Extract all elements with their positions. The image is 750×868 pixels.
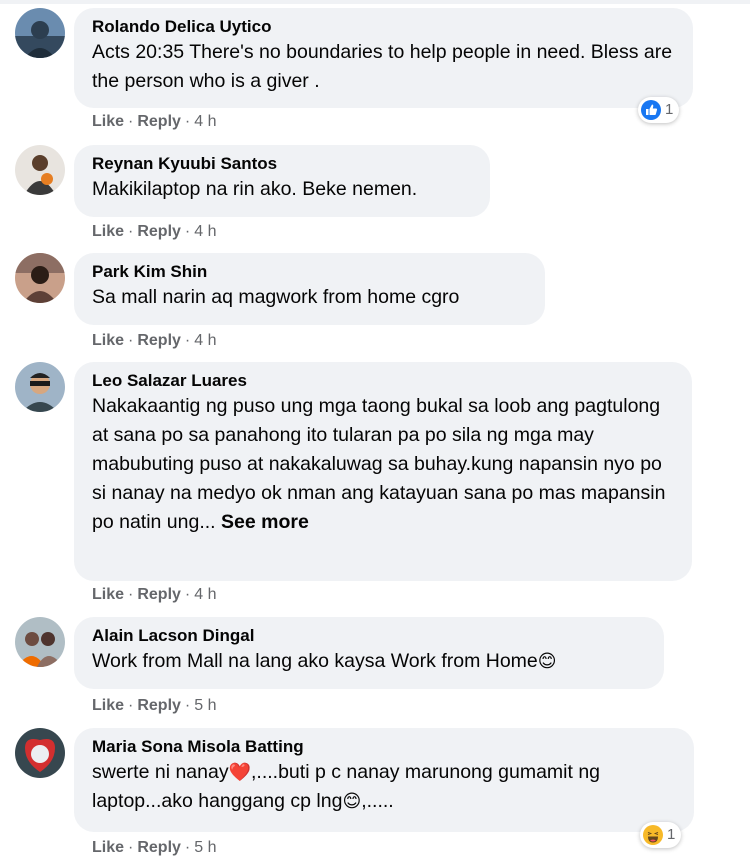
reply-button[interactable]: Reply <box>137 586 181 603</box>
reaction-badge[interactable]: 1 <box>640 822 682 848</box>
timestamp[interactable]: 4 h <box>194 223 216 240</box>
comment-bubble: Leo Salazar Luares Nakakaantig ng puso u… <box>74 362 692 581</box>
timestamp[interactable]: 4 h <box>194 332 216 349</box>
comment-bubble: Alain Lacson Dingal Work from Mall na la… <box>74 617 664 689</box>
comment-author[interactable]: Reynan Kyuubi Santos <box>92 153 472 175</box>
smiling-face-icon: 😊 <box>342 791 362 811</box>
comment-text: Work from Mall na lang ako kaysa Work fr… <box>92 650 557 672</box>
comment-bubble: Reynan Kyuubi Santos Makikilaptop na rin… <box>74 145 490 217</box>
reaction-badge[interactable]: 1 <box>638 97 680 123</box>
comment-5: Alain Lacson Dingal Work from Mall na la… <box>0 617 750 717</box>
comment-actions: Like · Reply · 4 h <box>92 223 217 240</box>
comment-author[interactable]: Alain Lacson Dingal <box>92 625 646 647</box>
comment-6: Maria Sona Misola Batting swerte ni nana… <box>0 728 750 863</box>
haha-icon <box>643 825 663 845</box>
top-divider <box>0 0 750 4</box>
comment-text: Acts 20:35 There's no boundaries to help… <box>92 41 673 92</box>
avatar[interactable] <box>15 145 65 195</box>
reply-button[interactable]: Reply <box>137 113 181 130</box>
red-heart-icon: ❤️ <box>228 762 251 782</box>
like-button[interactable]: Like <box>92 113 124 130</box>
comment-bubble: Maria Sona Misola Batting swerte ni nana… <box>74 728 694 832</box>
avatar[interactable] <box>15 253 65 303</box>
smiling-face-icon: 😊 <box>537 651 557 671</box>
comment-1: Rolando Delica Uytico Acts 20:35 There's… <box>0 8 750 133</box>
comment-text: swerte ni nanay❤️,....buti p c nanay mar… <box>92 761 601 812</box>
comment-actions: Like · Reply · 5 h <box>92 839 217 856</box>
timestamp[interactable]: 4 h <box>194 113 216 130</box>
comment-bubble: Rolando Delica Uytico Acts 20:35 There's… <box>74 8 693 108</box>
avatar[interactable] <box>15 8 65 58</box>
comment-4: Leo Salazar Luares Nakakaantig ng puso u… <box>0 362 750 607</box>
timestamp[interactable]: 5 h <box>194 697 216 714</box>
like-icon <box>641 100 661 120</box>
avatar[interactable] <box>15 617 65 667</box>
comment-text: Sa mall narin aq magwork from home cgro <box>92 286 460 308</box>
comment-actions: Like · Reply · 5 h <box>92 697 217 714</box>
comment-2: Reynan Kyuubi Santos Makikilaptop na rin… <box>0 145 750 245</box>
like-button[interactable]: Like <box>92 586 124 603</box>
like-button[interactable]: Like <box>92 223 124 240</box>
reply-button[interactable]: Reply <box>137 223 181 240</box>
like-button[interactable]: Like <box>92 332 124 349</box>
comment-author[interactable]: Rolando Delica Uytico <box>92 16 675 38</box>
comment-author[interactable]: Park Kim Shin <box>92 261 527 283</box>
comment-actions: Like · Reply · 4 h <box>92 586 217 603</box>
comment-author[interactable]: Leo Salazar Luares <box>92 370 674 392</box>
comment-actions: Like · Reply · 4 h <box>92 113 217 130</box>
comment-bubble: Park Kim Shin Sa mall narin aq magwork f… <box>74 253 545 325</box>
avatar[interactable] <box>15 728 65 778</box>
timestamp[interactable]: 4 h <box>194 586 216 603</box>
like-button[interactable]: Like <box>92 839 124 856</box>
avatar[interactable] <box>15 362 65 412</box>
reaction-count: 1 <box>667 826 676 843</box>
reply-button[interactable]: Reply <box>137 697 181 714</box>
comment-text: Makikilaptop na rin ako. Beke nemen. <box>92 178 418 200</box>
comment-3: Park Kim Shin Sa mall narin aq magwork f… <box>0 253 750 353</box>
see-more-link[interactable]: See more <box>221 511 309 533</box>
comment-actions: Like · Reply · 4 h <box>92 332 217 349</box>
timestamp[interactable]: 5 h <box>194 839 216 856</box>
comment-text: Nakakaantig ng puso ung mga taong bukal … <box>92 395 666 533</box>
like-button[interactable]: Like <box>92 697 124 714</box>
reply-button[interactable]: Reply <box>137 332 181 349</box>
reply-button[interactable]: Reply <box>137 839 181 856</box>
reaction-count: 1 <box>665 101 674 118</box>
comment-author[interactable]: Maria Sona Misola Batting <box>92 736 676 758</box>
